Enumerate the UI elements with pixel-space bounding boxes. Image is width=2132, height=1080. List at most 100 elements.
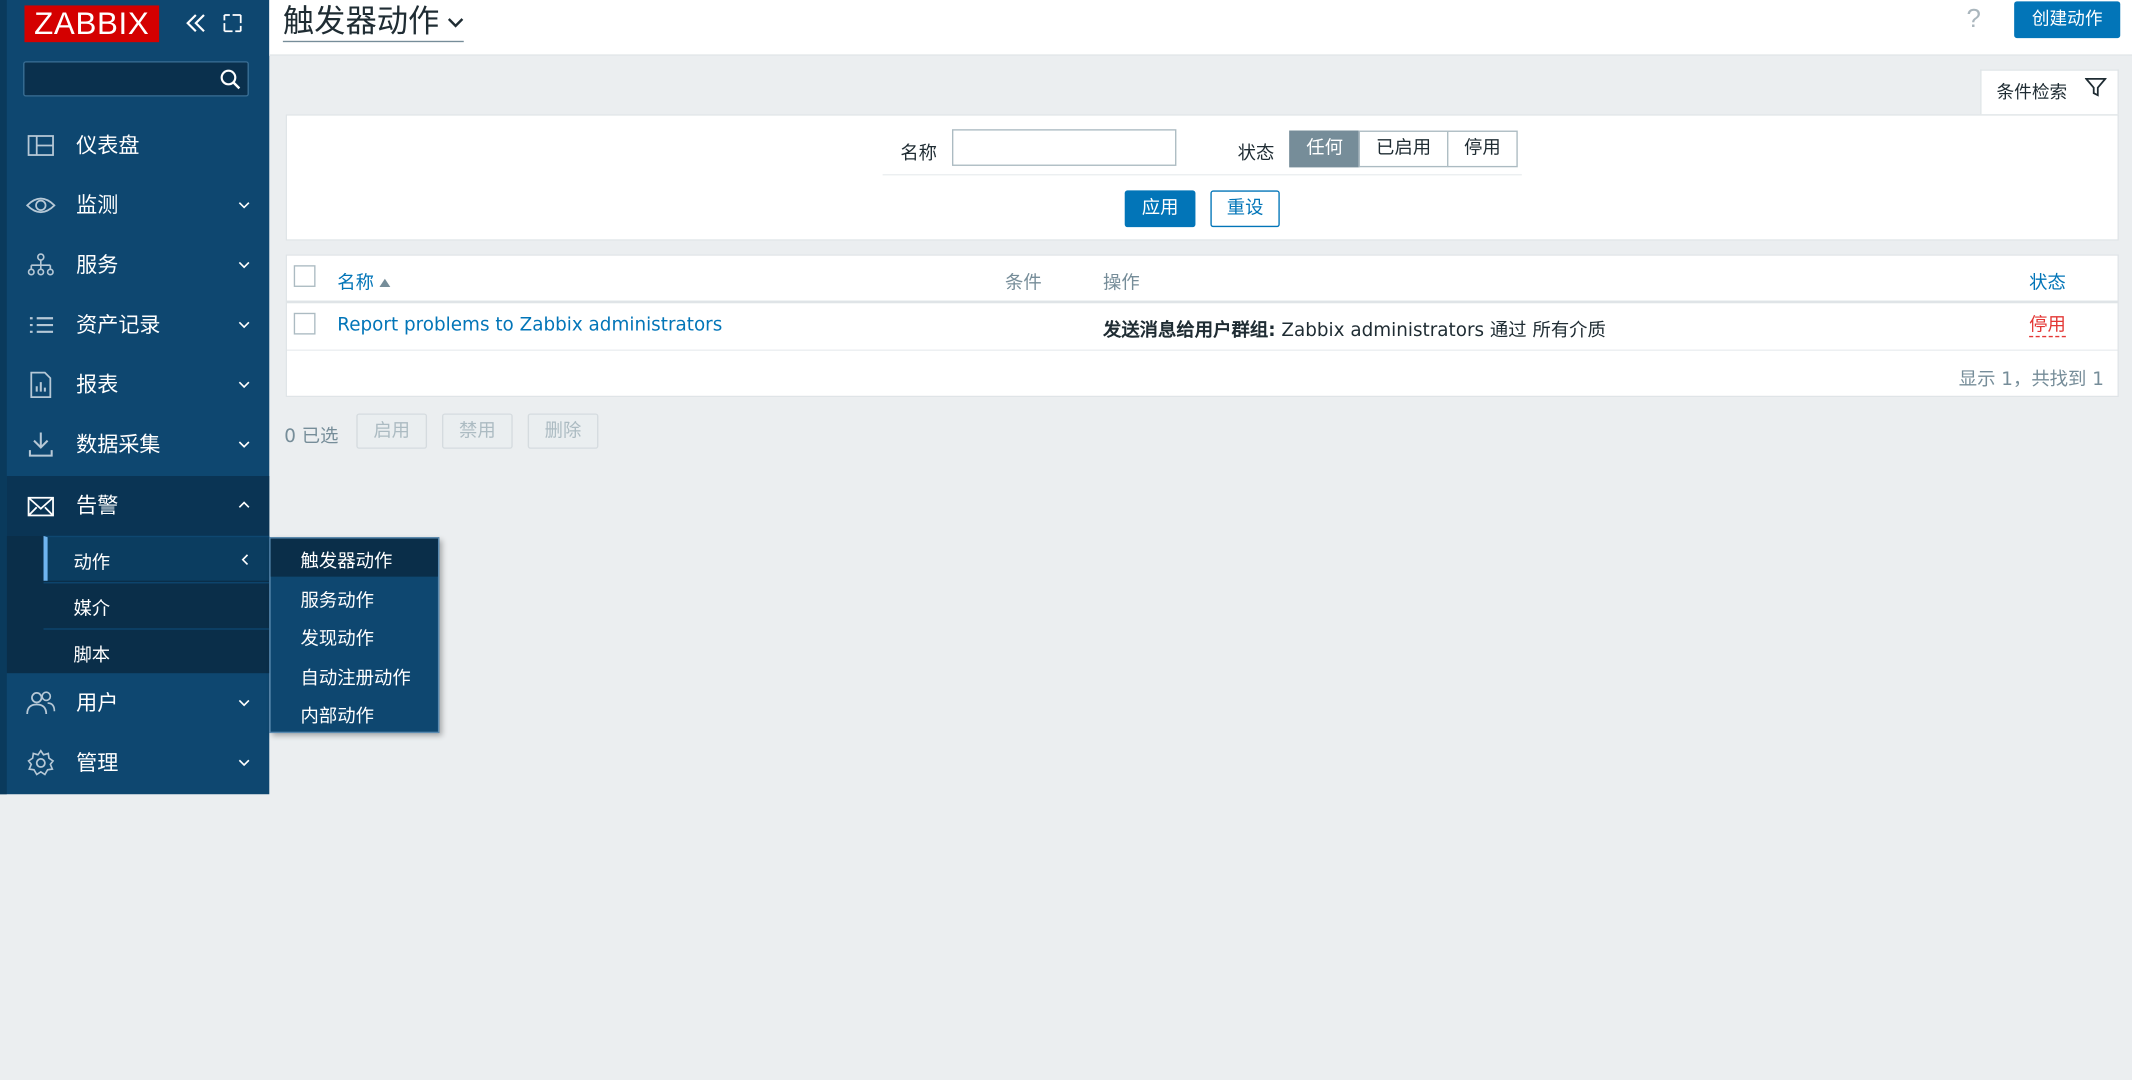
funnel-icon — [2084, 77, 2107, 97]
operation-details: Zabbix administrators 通过 所有介质 — [1275, 319, 1606, 342]
gear-icon — [27, 749, 55, 776]
dashboard-icon — [27, 135, 54, 156]
column-header-operations: 操作 — [1102, 272, 1140, 294]
sidebar-item-data-collection[interactable]: 数据采集 — [7, 415, 269, 475]
chevron-down-icon — [238, 759, 250, 767]
kiosk-mode-icon[interactable] — [222, 12, 244, 34]
chevron-up-icon — [238, 501, 250, 508]
download-icon — [28, 432, 53, 457]
filter-tab-label: 条件检索 — [1996, 82, 2068, 104]
table-row: Report problems to Zabbix administrators… — [286, 303, 2118, 351]
sidebar-item-label: 资产记录 — [76, 312, 161, 338]
flyout-item-label: 发现动作 — [300, 628, 374, 651]
services-icon — [27, 253, 54, 276]
delete-button[interactable]: 删除 — [527, 413, 599, 449]
report-icon — [30, 371, 52, 399]
action-operations: 发送消息给用户群组: Zabbix administrators 通过 所有介质 — [1102, 314, 1606, 342]
filter-panel: 名称 状态 任何 已启用 停用 应用 重设 — [285, 114, 2119, 241]
chevron-down-icon — [238, 441, 250, 448]
chevron-down-icon — [238, 202, 250, 209]
sidebar-item-label: 服务 — [76, 252, 119, 278]
sidebar-edge — [0, 0, 7, 795]
flyout-item-service-actions[interactable]: 服务动作 — [271, 578, 438, 616]
name-filter-input[interactable] — [952, 129, 1177, 166]
flyout-item-label: 服务动作 — [300, 590, 374, 612]
sidebar-item-inventory[interactable]: 资产记录 — [7, 295, 269, 355]
actions-table: 名称 条件 操作 状态 Report problems to Zabbix ad… — [285, 254, 2119, 398]
flyout-item-label: 内部动作 — [300, 705, 374, 728]
collapse-sidebar-icon[interactable] — [184, 11, 208, 35]
sidebar-item-label: 管理 — [76, 750, 119, 776]
column-header-conditions: 条件 — [1005, 272, 1042, 294]
sidebar-item-users[interactable]: 用户 — [7, 673, 269, 733]
enable-button[interactable]: 启用 — [356, 413, 428, 449]
action-name-link[interactable]: Report problems to Zabbix administrators — [337, 314, 722, 336]
sidebar-item-dashboard[interactable]: 仪表盘 — [7, 116, 269, 176]
flyout-item-trigger-actions[interactable]: 触发器动作 — [270, 538, 438, 577]
flyout-item-autoregistration-actions[interactable]: 自动注册动作 — [271, 656, 438, 694]
select-all-checkbox[interactable] — [293, 265, 316, 287]
sidebar-item-label: 监测 — [76, 193, 119, 218]
status-option-enabled[interactable]: 已启用 — [1358, 130, 1449, 168]
sidebar-item-alerts[interactable]: 告警 — [6, 476, 270, 536]
submenu-item-scripts[interactable]: 脚本 — [43, 628, 270, 673]
disable-button[interactable]: 禁用 — [442, 413, 513, 449]
help-icon[interactable]: ? — [1967, 5, 1989, 35]
status-option-disabled[interactable]: 停用 — [1447, 130, 1518, 168]
zabbix-logo[interactable]: ZABBIX — [24, 5, 160, 43]
row-checkbox[interactable] — [293, 312, 316, 335]
sidebar-item-label: 数据采集 — [76, 432, 161, 457]
flyout-item-discovery-actions[interactable]: 发现动作 — [271, 616, 438, 654]
sidebar-item-label: 报表 — [76, 372, 119, 398]
envelope-icon — [27, 496, 54, 517]
page-title-dropdown[interactable]: 触发器动作 — [282, 3, 464, 43]
sidebar-item-label: 告警 — [76, 493, 119, 519]
users-icon — [26, 691, 56, 715]
sidebar-item-label: 仪表盘 — [76, 133, 140, 158]
page-title: 触发器动作 — [282, 4, 440, 40]
submenu-item-label: 媒介 — [73, 598, 111, 621]
flyout-item-label: 触发器动作 — [300, 550, 393, 573]
status-option-any[interactable]: 任何 — [1289, 130, 1360, 168]
chevron-down-icon — [238, 261, 250, 269]
status-filter-label: 状态 — [1237, 142, 1275, 165]
submenu-item-media[interactable]: 媒介 — [43, 582, 270, 627]
sidebar: ZABBIX 仪表盘 监测 服务 资产记录 报表 数据采集 告警 动作 媒介 脚… — [0, 0, 270, 795]
table-footer-count: 显示 1，共找到 1 — [1958, 368, 2104, 391]
sort-ascending-icon — [379, 278, 391, 287]
submenu-item-label: 脚本 — [73, 644, 111, 667]
chevron-down-icon — [238, 699, 250, 707]
create-action-button[interactable]: 创建动作 — [2014, 1, 2121, 39]
sidebar-item-services[interactable]: 服务 — [7, 235, 269, 295]
page-header: 触发器动作 ? 创建动作 — [269, 0, 2132, 56]
chevron-left-icon — [241, 554, 249, 565]
operation-type: 发送消息给用户群组: — [1102, 319, 1276, 342]
apply-filter-button[interactable]: 应用 — [1124, 190, 1196, 228]
filter-tab[interactable]: 条件检索 — [1980, 69, 2119, 116]
column-header-status[interactable]: 状态 — [2029, 267, 2066, 294]
table-header-row: 名称 条件 操作 状态 — [286, 256, 2118, 304]
selected-count: 0 已选 — [284, 425, 339, 448]
flyout-item-internal-actions[interactable]: 内部动作 — [271, 694, 438, 732]
sidebar-item-label: 用户 — [76, 690, 119, 716]
column-name-label: 名称 — [337, 272, 374, 294]
column-header-name[interactable]: 名称 — [337, 267, 391, 294]
submenu-item-label: 动作 — [73, 552, 111, 574]
search-icon[interactable] — [219, 68, 242, 91]
actions-flyout-menu: 触发器动作 服务动作 发现动作 自动注册动作 内部动作 — [269, 537, 440, 734]
reset-filter-button[interactable]: 重设 — [1210, 190, 1280, 228]
alerts-submenu: 动作 媒介 脚本 — [6, 535, 270, 674]
chevron-down-icon — [238, 381, 250, 389]
filter-divider — [882, 174, 1522, 176]
flyout-item-label: 自动注册动作 — [300, 667, 411, 690]
name-filter-label: 名称 — [900, 142, 938, 165]
sidebar-item-monitoring[interactable]: 监测 — [7, 175, 269, 235]
sidebar-search-input[interactable] — [23, 61, 249, 97]
status-toggle-link[interactable]: 停用 — [2029, 314, 2066, 338]
eye-icon — [25, 197, 56, 214]
submenu-item-actions[interactable]: 动作 — [43, 535, 270, 581]
sidebar-item-administration[interactable]: 管理 — [7, 733, 269, 793]
list-icon — [29, 317, 54, 333]
sidebar-item-reports[interactable]: 报表 — [7, 355, 269, 415]
chevron-down-icon — [238, 321, 250, 329]
